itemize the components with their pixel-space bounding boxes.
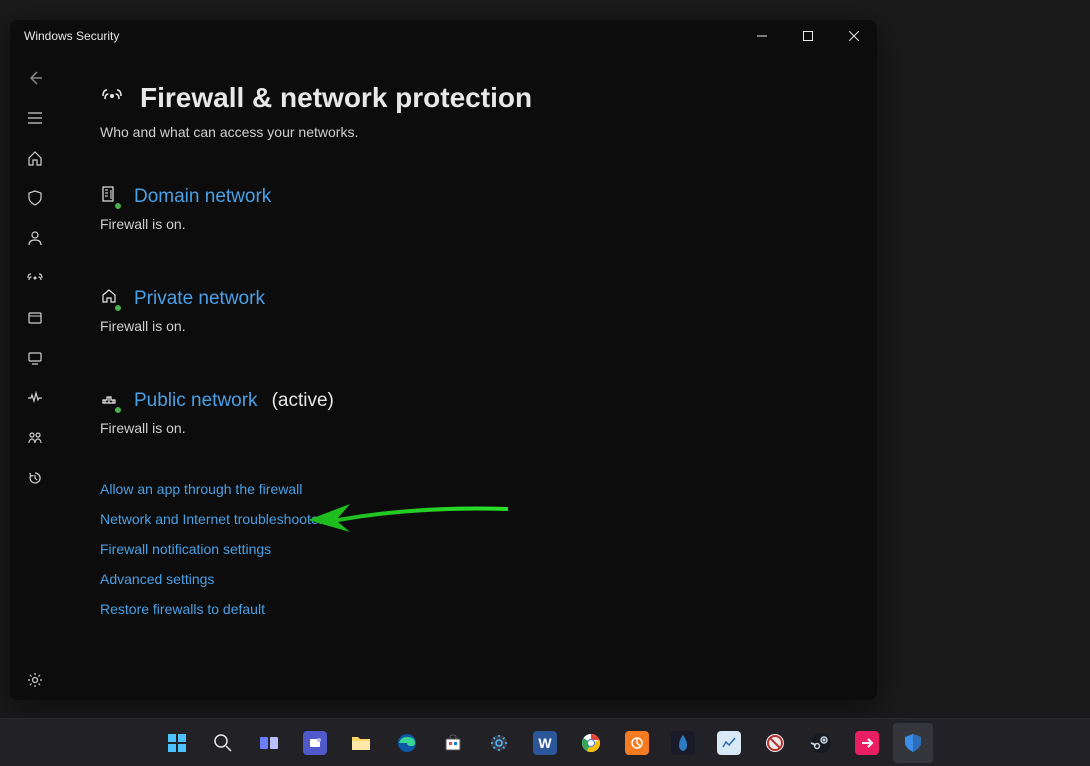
close-icon <box>849 31 859 41</box>
network-status: Firewall is on. <box>100 318 837 334</box>
link-allow-app[interactable]: Allow an app through the firewall <box>100 481 837 497</box>
taskbar-file-explorer[interactable] <box>341 723 381 763</box>
taskbar-app-pink[interactable] <box>847 723 887 763</box>
window-title: Windows Security <box>24 29 739 43</box>
folder-icon <box>350 732 372 754</box>
sidebar-item-device-performance[interactable] <box>15 378 55 418</box>
circle-slash-icon <box>764 732 786 754</box>
network-domain: Domain network Firewall is on. <box>100 185 837 232</box>
taskbar-chrome[interactable] <box>571 723 611 763</box>
network-status: Firewall is on. <box>100 216 837 232</box>
links-section: Allow an app through the firewall Networ… <box>100 481 837 617</box>
sidebar-item-home[interactable] <box>15 138 55 178</box>
sidebar-item-device-security[interactable] <box>15 338 55 378</box>
account-icon <box>27 230 43 246</box>
network-name: Public network <box>134 390 258 412</box>
back-arrow-icon <box>27 70 43 86</box>
settings-button[interactable] <box>15 660 55 700</box>
page-subtitle: Who and what can access your networks. <box>100 124 837 140</box>
family-icon <box>27 430 43 446</box>
sidebar-item-protection-history[interactable] <box>15 458 55 498</box>
maximize-icon <box>803 31 813 41</box>
network-status: Firewall is on. <box>100 420 837 436</box>
network-protection-icon <box>100 84 124 113</box>
taskbar-app-orange[interactable] <box>617 723 657 763</box>
taskbar-store[interactable] <box>433 723 473 763</box>
taskbar-app-flame[interactable] <box>663 723 703 763</box>
security-shield-icon <box>902 732 924 754</box>
chrome-icon <box>580 732 602 754</box>
history-icon <box>27 470 43 486</box>
sidebar-item-family[interactable] <box>15 418 55 458</box>
minimize-button[interactable] <box>739 20 785 52</box>
link-restore-default[interactable]: Restore firewalls to default <box>100 601 837 617</box>
search-icon <box>213 733 233 753</box>
taskbar-app-no[interactable] <box>755 723 795 763</box>
store-icon <box>443 733 463 753</box>
flame-icon <box>671 731 695 755</box>
gear-icon <box>27 672 43 688</box>
sidebar-item-virus[interactable] <box>15 178 55 218</box>
steam-icon <box>810 732 832 754</box>
settings-app-icon <box>489 733 509 753</box>
link-troubleshooter[interactable]: Network and Internet troubleshooter <box>100 511 837 527</box>
network-suffix: (active) <box>272 390 334 412</box>
taskbar-steam[interactable] <box>801 723 841 763</box>
taskbar-start[interactable] <box>157 723 197 763</box>
domain-network-icon <box>100 185 120 208</box>
shield-icon <box>27 190 43 206</box>
home-icon <box>27 150 43 166</box>
menu-button[interactable] <box>15 98 55 138</box>
taskbar-teams[interactable] <box>295 723 335 763</box>
network-public: Public network (active) Firewall is on. <box>100 389 837 436</box>
sidebar-item-app-browser[interactable] <box>15 298 55 338</box>
hamburger-icon <box>27 110 43 126</box>
window-controls <box>739 20 877 52</box>
sidebar <box>10 52 60 700</box>
windows-security-window: Windows Security <box>10 20 877 700</box>
page-title: Firewall & network protection <box>140 82 532 114</box>
heartbeat-icon <box>27 390 43 406</box>
taskbar-app-chart[interactable] <box>709 723 749 763</box>
firewall-icon <box>26 269 44 287</box>
public-network-icon <box>100 389 120 412</box>
edge-icon <box>396 732 418 754</box>
pink-app-icon <box>855 731 879 755</box>
page-header: Firewall & network protection <box>100 82 837 114</box>
taskbar-word[interactable]: W <box>525 723 565 763</box>
network-name: Domain network <box>134 186 271 208</box>
maximize-button[interactable] <box>785 20 831 52</box>
chart-icon <box>717 731 741 755</box>
link-notification-settings[interactable]: Firewall notification settings <box>100 541 837 557</box>
device-icon <box>27 350 43 366</box>
titlebar: Windows Security <box>10 20 877 52</box>
taskbar-edge[interactable] <box>387 723 427 763</box>
sidebar-item-account[interactable] <box>15 218 55 258</box>
taskbar-windows-security[interactable] <box>893 723 933 763</box>
word-icon: W <box>533 731 557 755</box>
minimize-icon <box>757 31 767 41</box>
orange-app-icon <box>625 731 649 755</box>
taskbar-search[interactable] <box>203 723 243 763</box>
taskbar-settings[interactable] <box>479 723 519 763</box>
windows-start-icon <box>166 732 188 754</box>
network-private: Private network Firewall is on. <box>100 287 837 334</box>
app-browser-icon <box>27 310 43 326</box>
close-button[interactable] <box>831 20 877 52</box>
link-advanced-settings[interactable]: Advanced settings <box>100 571 837 587</box>
content-area: Firewall & network protection Who and wh… <box>60 52 877 700</box>
network-private-link[interactable]: Private network <box>100 287 837 310</box>
taskbar: W <box>0 718 1090 766</box>
private-network-icon <box>100 287 120 310</box>
taskbar-task-view[interactable] <box>249 723 289 763</box>
network-domain-link[interactable]: Domain network <box>100 185 837 208</box>
task-view-icon <box>259 733 279 753</box>
network-name: Private network <box>134 288 265 310</box>
sidebar-item-firewall[interactable] <box>15 258 55 298</box>
back-button[interactable] <box>15 58 55 98</box>
teams-icon <box>303 731 327 755</box>
window-body: Firewall & network protection Who and wh… <box>10 52 877 700</box>
network-public-link[interactable]: Public network (active) <box>100 389 837 412</box>
